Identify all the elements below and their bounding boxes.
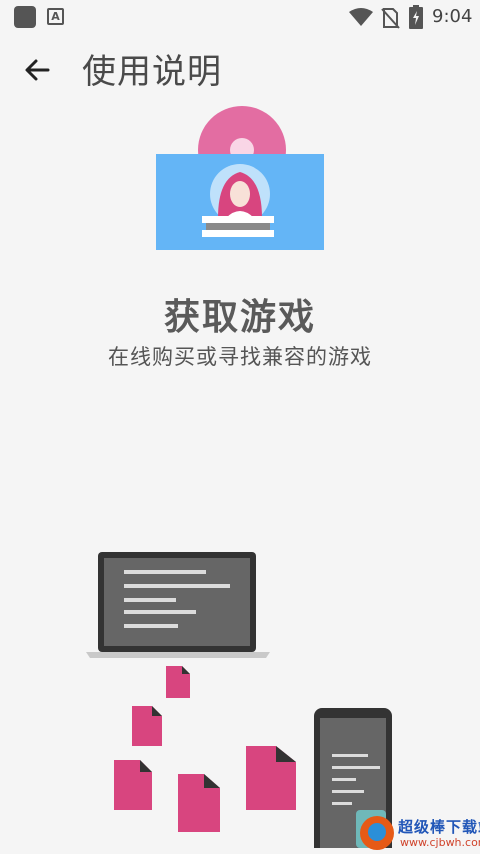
status-time: 9:04 bbox=[432, 6, 473, 27]
wifi-icon bbox=[349, 8, 373, 26]
slide-description: 在线购买或寻找兼容的游戏 bbox=[108, 345, 372, 369]
no-sim-icon bbox=[381, 8, 400, 29]
arrow-left-icon bbox=[25, 59, 50, 81]
site-watermark: 超级棒下载站 www.cjbwh.com bbox=[350, 812, 480, 854]
download-illustration bbox=[86, 552, 392, 848]
slide-heading: 获取游戏 bbox=[163, 297, 316, 338]
app-notification-icon bbox=[14, 6, 36, 28]
watermark-brand: 超级棒下载站 bbox=[398, 818, 480, 836]
status-bar: A 9:04 bbox=[0, 0, 480, 34]
back-button[interactable] bbox=[18, 50, 58, 90]
game-cover-illustration bbox=[156, 106, 324, 250]
watermark-logo-icon bbox=[360, 816, 394, 850]
page-title: 使用说明 bbox=[82, 52, 222, 92]
a-icon: A bbox=[47, 8, 64, 25]
watermark-site: www.cjbwh.com bbox=[400, 836, 480, 849]
battery-charging-icon bbox=[409, 5, 423, 29]
